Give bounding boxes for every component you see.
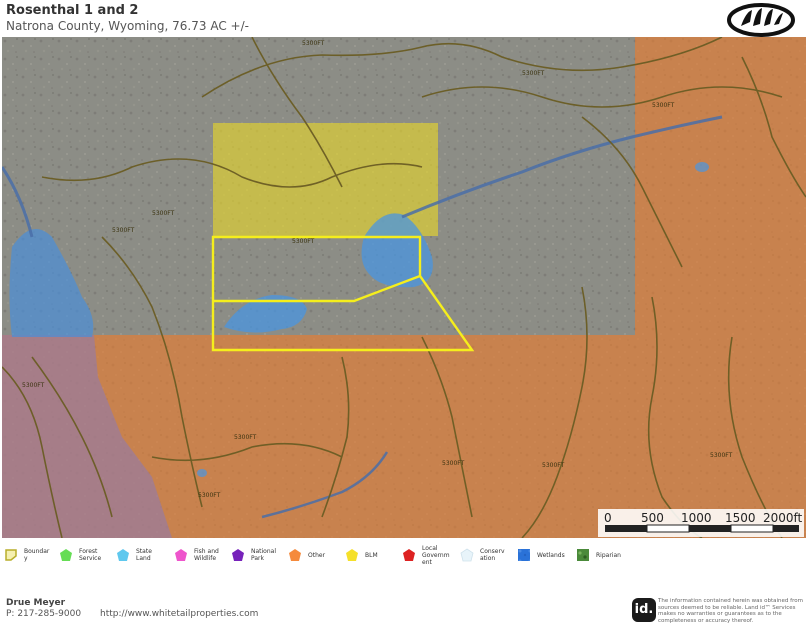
- svg-text:5300FT: 5300FT: [542, 462, 565, 469]
- page-title: Rosenthal 1 and 2: [6, 3, 139, 18]
- agent-phone: P: 217-285-9000: [6, 609, 82, 619]
- legend-item-blm: BLM: [345, 544, 393, 566]
- legend-item-fish-wildlife: Fish and Wildlife: [174, 544, 222, 566]
- legend-label: Conservation: [480, 548, 505, 562]
- scale-label: 1000: [681, 511, 712, 525]
- state-land-icon: [117, 549, 129, 561]
- svg-text:5300FT: 5300FT: [710, 452, 733, 459]
- legend-label: Forest Service: [79, 548, 102, 562]
- wetlands-icon: [518, 549, 530, 561]
- legend-label: Other: [308, 551, 326, 559]
- scale-label: 500: [641, 511, 664, 525]
- legend-label: BLM: [365, 551, 378, 559]
- national-park-icon: [232, 549, 244, 561]
- aerial-map[interactable]: 5300FT 5300FT 5300FT 5300FT 5300FT 5300F…: [2, 37, 806, 538]
- other-ownership-icon: [289, 549, 301, 561]
- scale-label: 2000ft: [763, 511, 803, 525]
- svg-text:5300FT: 5300FT: [152, 210, 175, 217]
- legend-item-forest-service: Forest Service: [59, 544, 107, 566]
- boundary-icon: [5, 549, 17, 561]
- agent-name: Drue Meyer: [6, 598, 66, 608]
- legend-item-conservation: Conservation: [460, 544, 508, 566]
- scale-label: 0: [604, 511, 612, 525]
- legend-item-wetlands: Wetlands: [517, 544, 565, 566]
- legend-label: State Land: [136, 548, 152, 562]
- legend-item-other: Other: [288, 544, 336, 566]
- map-legend: Boundary Forest Service State Land Fish …: [4, 544, 804, 566]
- small-pond: [695, 162, 709, 172]
- legend-item-local-government: Local Government: [402, 544, 450, 566]
- svg-text:5300FT: 5300FT: [198, 492, 221, 499]
- legend-item-riparian: Riparian: [576, 544, 624, 566]
- forest-service-icon: [60, 549, 72, 561]
- website-link[interactable]: http://www.whitetailproperties.com: [100, 609, 258, 619]
- legend-label: Fish and Wildlife: [194, 548, 219, 562]
- legend-item-state-land: State Land: [116, 544, 164, 566]
- scale-bar-graphic: [605, 524, 799, 533]
- landid-logo: id.: [632, 598, 656, 622]
- legend-item-boundary: Boundary: [4, 544, 52, 566]
- svg-text:5300FT: 5300FT: [302, 40, 325, 47]
- local-government-icon: [403, 549, 415, 561]
- svg-text:5300FT: 5300FT: [234, 434, 257, 441]
- blm-icon: [346, 549, 358, 561]
- svg-text:5300FT: 5300FT: [522, 70, 545, 77]
- page-subtitle: Natrona County, Wyoming, 76.73 AC +/-: [6, 19, 249, 33]
- svg-text:5300FT: 5300FT: [112, 227, 135, 234]
- scale-label: 1500: [725, 511, 756, 525]
- legend-item-national-park: National Park: [231, 544, 279, 566]
- legend-label: National Park: [251, 548, 277, 562]
- svg-text:5300FT: 5300FT: [652, 102, 675, 109]
- legend-label: Riparian: [596, 551, 621, 559]
- fish-wildlife-icon: [175, 549, 187, 561]
- svg-text:5300FT: 5300FT: [292, 238, 315, 245]
- svg-text:5300FT: 5300FT: [22, 382, 45, 389]
- legend-label: Wetlands: [537, 551, 565, 559]
- legend-label: Local Government: [422, 544, 450, 566]
- disclaimer-text: The information contained herein was obt…: [658, 598, 803, 624]
- legend-label: Boundary: [24, 548, 50, 562]
- whitetail-logo: [727, 3, 795, 37]
- svg-text:5300FT: 5300FT: [442, 460, 465, 467]
- conservation-icon: [460, 548, 474, 562]
- riparian-icon: [577, 549, 589, 561]
